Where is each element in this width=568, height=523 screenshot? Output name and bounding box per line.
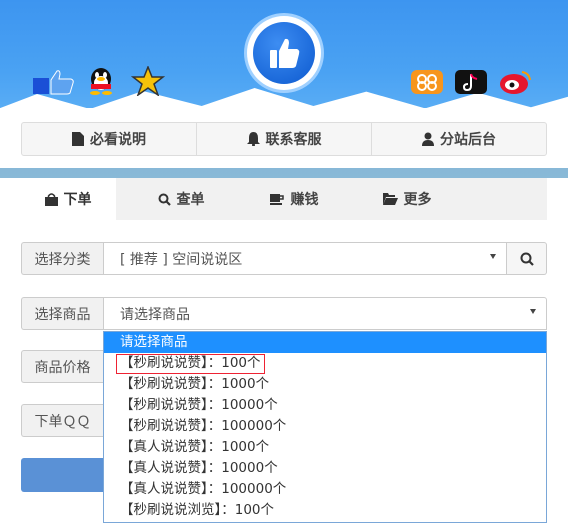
top-nav: 必看说明 联系客服 分站后台 — [21, 122, 547, 156]
nav-contact-button[interactable]: 联系客服 — [197, 123, 372, 155]
user-icon — [422, 132, 434, 146]
dropdown-option[interactable]: 【秒刷说说赞】：100个 — [104, 353, 546, 374]
bell-icon — [246, 132, 260, 146]
category-row: 选择分类 [ 推荐 ] 空间说说区 — [21, 242, 547, 275]
search-icon — [520, 252, 534, 266]
tab-query[interactable]: 查单 — [133, 178, 229, 220]
thumbs-up-logo — [247, 16, 321, 90]
highlighted-option-text: 【秒刷说说赞】：100个 — [116, 354, 265, 374]
nav-substation-label: 分站后台 — [440, 132, 496, 148]
dropdown-option[interactable]: 【真人说说赞】：100000个 — [104, 479, 546, 500]
tab-earn[interactable]: 赚钱 — [246, 178, 342, 220]
dropdown-option[interactable]: 【真人说说赞】：1000个 — [104, 437, 546, 458]
category-search-button[interactable] — [507, 242, 547, 275]
dropdown-option[interactable]: 【秒刷说说浏览】：100个 — [104, 500, 546, 521]
search-icon — [158, 193, 171, 206]
dropdown-option[interactable]: 【秒刷说说赞】：100000个 — [104, 416, 546, 437]
chevron-down-icon — [530, 309, 536, 314]
star-icon[interactable] — [130, 64, 166, 97]
product-value: 请选择商品 — [120, 306, 190, 323]
category-select[interactable]: [ 推荐 ] 空间说说区 — [103, 242, 507, 275]
product-dropdown[interactable]: 请选择商品 【秒刷说说赞】：100个 【秒刷说说赞】：1000个 【秒刷说说赞】… — [103, 331, 547, 523]
nav-contact-label: 联系客服 — [265, 132, 322, 148]
dropdown-option[interactable]: 【真人说说赞】：10000个 — [104, 458, 546, 479]
price-label: 商品价格 — [21, 350, 103, 383]
category-value: [ 推荐 ] 空间说说区 — [120, 251, 243, 268]
nav-instructions-label: 必看说明 — [90, 132, 146, 148]
shopping-bag-icon — [44, 192, 58, 206]
document-icon — [72, 132, 84, 146]
tiktok-icon[interactable] — [455, 70, 487, 100]
tab-bar: 下单 查单 赚钱 更多 — [20, 178, 547, 220]
tab-earn-label: 赚钱 — [290, 192, 319, 208]
tab-more[interactable]: 更多 — [359, 178, 455, 220]
weibo-icon[interactable] — [498, 70, 532, 100]
category-label: 选择分类 — [21, 242, 103, 275]
nav-substation-button[interactable]: 分站后台 — [372, 123, 546, 155]
app-icon-orange[interactable] — [411, 70, 443, 100]
qq-label: 下单ＱＱ — [21, 404, 103, 437]
chevron-down-icon — [490, 254, 496, 259]
tab-more-label: 更多 — [403, 192, 432, 208]
tab-order[interactable]: 下单 — [20, 178, 116, 220]
product-label: 选择商品 — [21, 297, 103, 330]
dropdown-option[interactable]: 【秒刷说说赞】：1000个 — [104, 374, 546, 395]
dropdown-option[interactable]: 请选择商品 — [104, 332, 546, 353]
dropdown-option[interactable]: 【秒刷说说赞】：10000个 — [104, 395, 546, 416]
tab-query-label: 查单 — [176, 192, 205, 208]
coffee-cup-icon — [269, 194, 284, 205]
product-select[interactable]: 请选择商品 — [103, 297, 547, 330]
product-row: 选择商品 请选择商品 — [21, 297, 547, 330]
folder-open-icon — [382, 193, 398, 205]
submit-button[interactable] — [21, 458, 103, 492]
qq-penguin-icon[interactable] — [86, 66, 116, 96]
thumbs-up-icon[interactable] — [33, 70, 75, 100]
nav-instructions-button[interactable]: 必看说明 — [22, 123, 197, 155]
tab-order-label: 下单 — [63, 192, 92, 208]
